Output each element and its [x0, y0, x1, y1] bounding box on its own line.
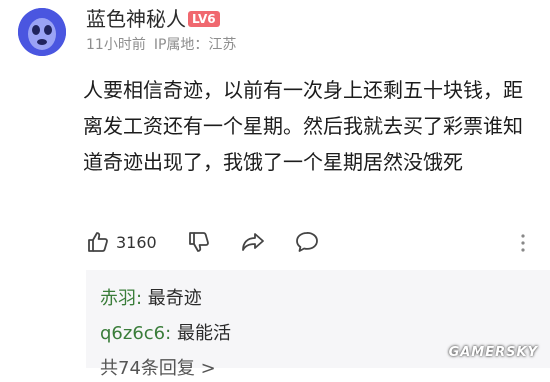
share-button[interactable] — [240, 227, 266, 257]
like-count: 3160 — [116, 232, 157, 252]
like-icon — [86, 230, 110, 254]
comment-button[interactable] — [294, 227, 320, 257]
ip-location: IP属地：江苏 — [153, 37, 237, 53]
username[interactable]: 蓝色神秘人 — [86, 6, 186, 32]
dislike-icon — [187, 230, 211, 254]
reply-item[interactable]: q6z6c6: 最能活 — [100, 321, 231, 347]
reply-text: 最奇迹 — [142, 288, 202, 309]
post-meta: 11小时前 IP属地：江苏 — [86, 35, 236, 55]
post-time: 11小时前 — [86, 37, 146, 53]
like-button[interactable]: 3160 — [86, 227, 157, 257]
dislike-button[interactable] — [187, 227, 211, 257]
more-button[interactable] — [520, 233, 526, 257]
reply-item[interactable]: 赤羽: 最奇迹 — [100, 286, 202, 312]
post-content: 人要相信奇迹，以前有一次身上还剩五十块钱，距离发工资还有一个星期。然后我就去买了… — [83, 78, 523, 174]
action-row: 3160 — [86, 227, 526, 257]
more-icon — [520, 234, 526, 257]
view-all-replies-link[interactable]: 共74条回复 > — [100, 356, 216, 382]
reply-author[interactable]: 赤羽 — [100, 288, 136, 309]
watermark: GAMERSKY — [448, 345, 538, 360]
reply-author[interactable]: q6z6c6 — [100, 323, 165, 344]
avatar[interactable] — [18, 8, 66, 56]
share-icon — [240, 230, 266, 254]
level-badge: LV6 — [188, 11, 220, 27]
reply-text: 最能活 — [171, 323, 231, 344]
comment-icon — [294, 230, 320, 254]
